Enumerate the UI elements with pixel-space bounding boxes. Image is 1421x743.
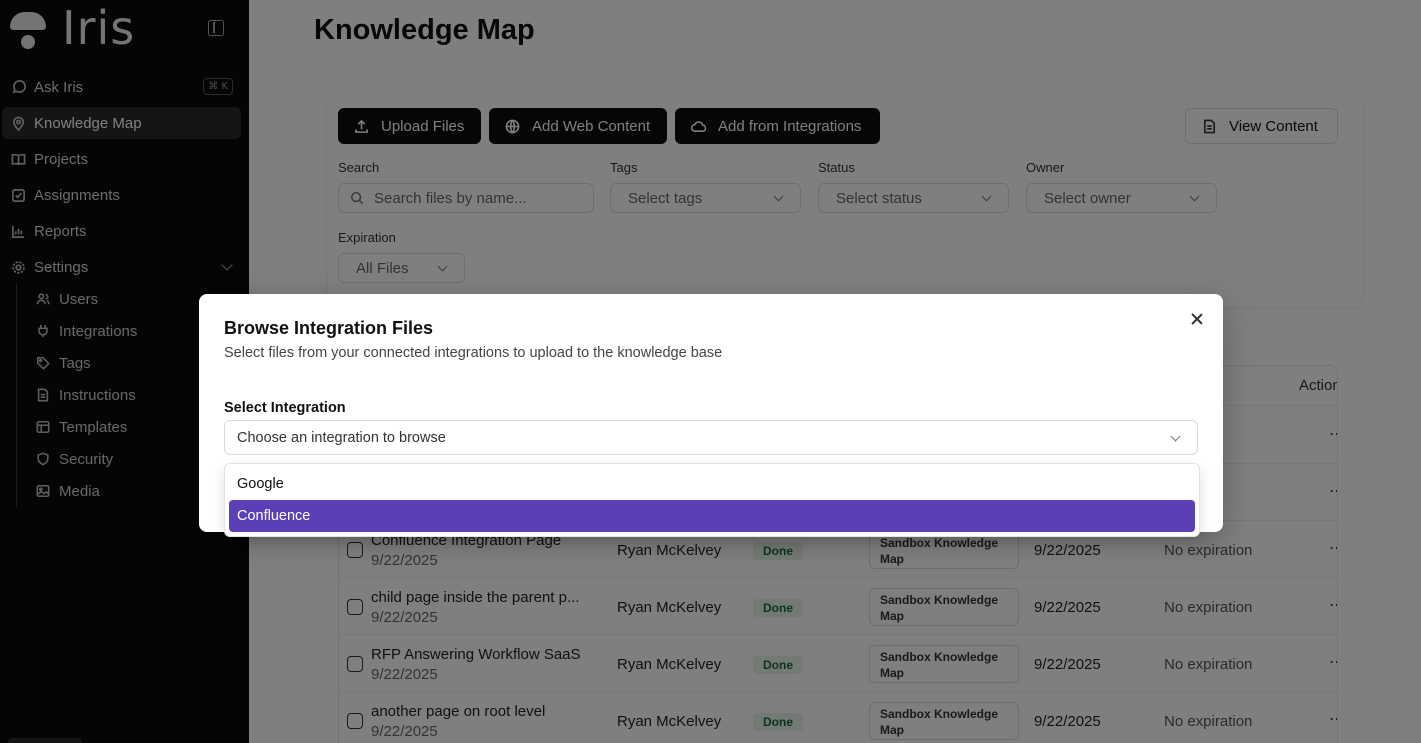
chevron-down-icon: [1170, 431, 1181, 442]
integration-select[interactable]: Choose an integration to browse: [224, 420, 1198, 455]
integration-select-placeholder: Choose an integration to browse: [237, 429, 446, 446]
integration-options-list: Google Confluence: [224, 463, 1200, 537]
dialog-title: Browse Integration Files: [224, 318, 434, 338]
option-confluence[interactable]: Confluence: [229, 500, 1195, 532]
dialog-description: Select files from your connected integra…: [224, 345, 723, 361]
close-icon[interactable]: [1189, 311, 1205, 327]
select-integration-label: Select Integration: [224, 400, 346, 416]
option-google[interactable]: Google: [229, 468, 1195, 500]
